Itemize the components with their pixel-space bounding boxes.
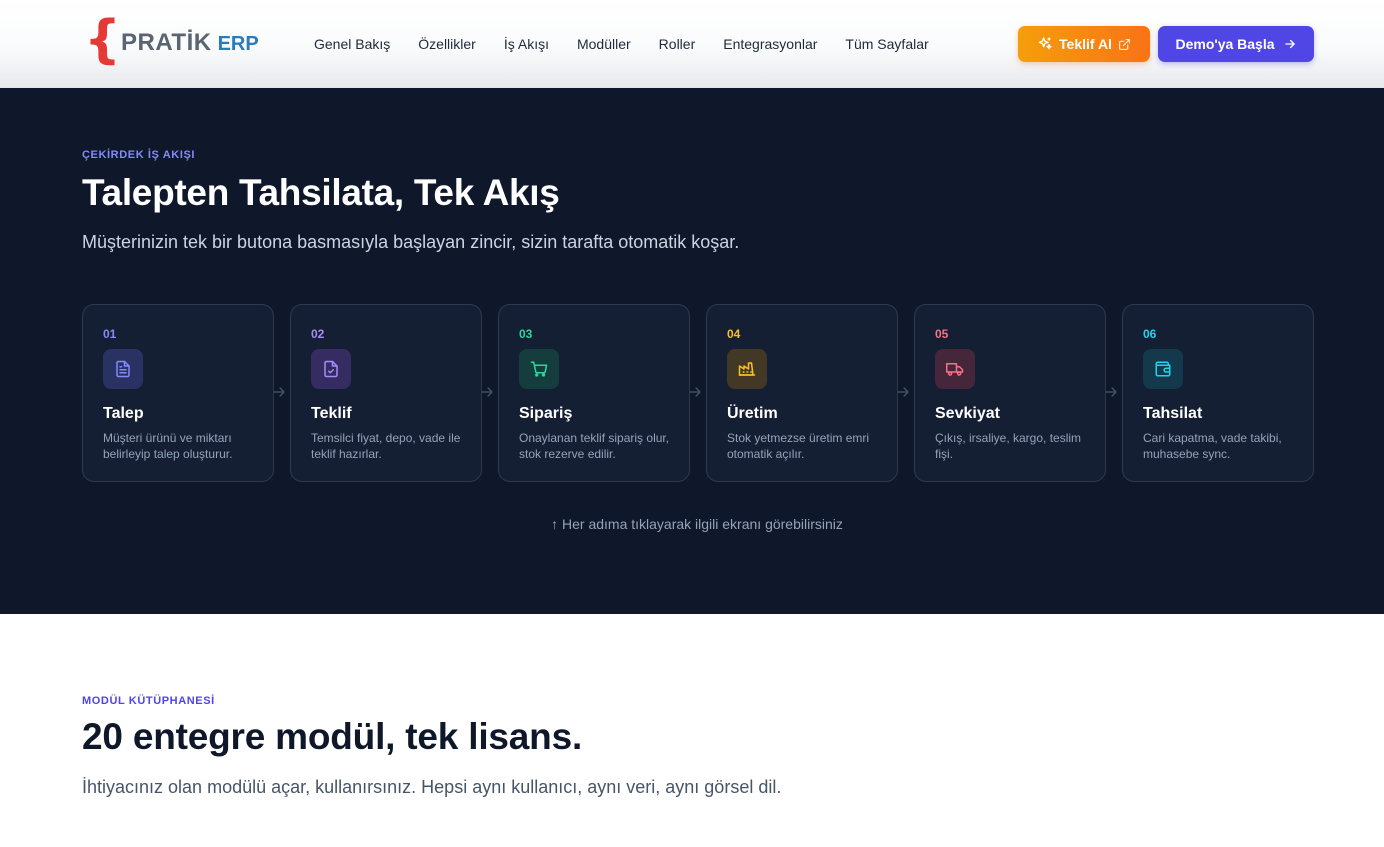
arrow-right-icon (689, 387, 701, 397)
main-nav: Genel Bakış Özellikler İş Akışı Modüller… (314, 34, 929, 54)
workflow-hint: ↑ Her adıma tıklayarak ilgili ekranı gör… (551, 516, 843, 532)
file-text-icon (103, 349, 143, 389)
step-card-tahsilat[interactable]: 06 Tahsilat Cari kapatma, vade takibi, m… (1122, 304, 1314, 482)
workflow-section: ÇEKİRDEK İŞ AKIŞI Talepten Tahsilata, Te… (0, 88, 1384, 614)
logo-brace: { (84, 10, 122, 70)
arrow-right-icon (1105, 387, 1117, 397)
step-description: Temsilci fiyat, depo, vade ile teklif ha… (311, 431, 461, 461)
step-card-talep[interactable]: 01 Talep Müşteri ürünü ve miktarı belirl… (82, 304, 274, 482)
arrow-right-icon (481, 387, 493, 397)
modules-eyebrow: MODÜL KÜTÜPHANESİ (82, 695, 215, 707)
step-title: Talep (103, 405, 144, 422)
step-card-uretim[interactable]: 04 Üretim Stok yetmezse üretim emri otom… (706, 304, 898, 482)
nav-is-akisi[interactable]: İş Akışı (504, 34, 549, 54)
modules-title: 20 entegre modül, tek lisans. (82, 716, 583, 757)
shopping-cart-icon (519, 349, 559, 389)
step-description: Stok yetmezse üretim emri otomatik açılı… (727, 431, 870, 461)
workflow-eyebrow: ÇEKİRDEK İŞ AKIŞI (82, 149, 196, 161)
step-title: Üretim (727, 405, 778, 422)
teklif-al-button[interactable]: Teklif Al (1018, 26, 1150, 62)
step-title: Sipariş (519, 405, 573, 422)
factory-icon (727, 349, 767, 389)
wallet-icon (1143, 349, 1183, 389)
workflow-title: Talepten Tahsilata, Tek Akış (82, 172, 560, 213)
sparkles-icon (1037, 36, 1053, 52)
logo-suffix: ERP (217, 33, 259, 55)
step-card-siparis[interactable]: 03 Sipariş Onaylanan teklif sipariş olur… (498, 304, 690, 482)
nav-genel-bakis[interactable]: Genel Bakış (314, 34, 390, 54)
step-number: 04 (727, 327, 741, 341)
workflow-steps: 01 Talep Müşteri ürünü ve miktarı belirl… (82, 304, 1314, 482)
nav-roller[interactable]: Roller (659, 34, 696, 54)
step-number: 01 (103, 327, 117, 341)
step-card-teklif[interactable]: 02 Teklif Temsilci fiyat, depo, vade ile… (290, 304, 482, 482)
site-header: { PRATİK ERP Genel Bakış Özellikler İş A… (0, 0, 1384, 88)
nav-entegrasyonlar[interactable]: Entegrasyonlar (723, 34, 817, 54)
truck-icon (935, 349, 975, 389)
logo-wordmark: PRATİK (121, 29, 212, 56)
arrow-right-icon (897, 387, 909, 397)
step-description: Müşteri ürünü ve miktarı belirleyip tale… (103, 431, 233, 461)
arrow-right-icon (1283, 37, 1297, 51)
workflow-subtitle: Müşterinizin tek bir butona basmasıyla b… (82, 232, 740, 252)
step-number: 02 (311, 327, 325, 341)
brand-logo[interactable]: { PRATİK ERP (84, 14, 259, 72)
step-number: 05 (935, 327, 949, 341)
teklif-al-label: Teklif Al (1059, 36, 1112, 52)
external-link-icon (1118, 38, 1131, 51)
demo-label: Demo'ya Başla (1175, 36, 1275, 52)
step-card-sevkiyat[interactable]: 05 Sevkiyat Çıkış, irsaliye, kargo, tesl… (914, 304, 1106, 482)
demoya-basla-button[interactable]: Demo'ya Başla (1158, 26, 1314, 62)
step-title: Teklif (311, 405, 352, 422)
step-description: Çıkış, irsaliye, kargo, teslim fişi. (935, 431, 1082, 461)
step-number: 06 (1143, 327, 1157, 341)
step-description: Onaylanan teklif sipariş olur, stok reze… (519, 431, 670, 461)
file-check-icon (311, 349, 351, 389)
step-title: Sevkiyat (935, 405, 1000, 422)
nav-ozellikler[interactable]: Özellikler (418, 34, 476, 54)
modules-subtitle: İhtiyacınız olan modülü açar, kullanırsı… (82, 777, 782, 797)
nav-moduller[interactable]: Modüller (577, 34, 631, 54)
step-title: Tahsilat (1143, 405, 1203, 422)
step-number: 03 (519, 327, 533, 341)
nav-tum-sayfalar[interactable]: Tüm Sayfalar (845, 34, 928, 54)
arrow-right-icon (273, 387, 285, 397)
step-description: Cari kapatma, vade takibi, muhasebe sync… (1143, 431, 1282, 461)
